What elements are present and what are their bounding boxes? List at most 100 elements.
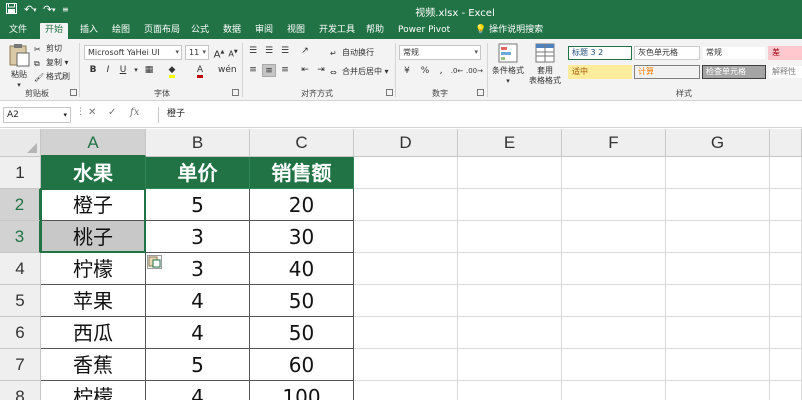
table-header-cell[interactable]: 水果 <box>41 157 146 189</box>
decrease-decimal-icon[interactable]: .00→ <box>466 65 483 78</box>
grid-cell[interactable] <box>666 157 770 189</box>
borders-icon[interactable]: ▦ <box>142 64 156 77</box>
table-cell[interactable]: 4 <box>146 285 250 317</box>
cell-style-5[interactable]: 计算 <box>634 65 700 79</box>
grid-cell[interactable] <box>666 285 770 317</box>
grid-cell[interactable] <box>666 221 770 253</box>
align-left-icon[interactable]: ≡ <box>246 64 260 77</box>
tab-10[interactable]: 帮助 <box>361 23 389 39</box>
tab-8[interactable]: 视图 <box>282 23 310 39</box>
grid-cell[interactable] <box>354 285 458 317</box>
grid-cell[interactable] <box>562 381 666 400</box>
phonetic-icon[interactable]: wén <box>218 64 237 77</box>
grid-cell[interactable] <box>562 317 666 349</box>
grid-cell[interactable] <box>562 285 666 317</box>
cell-style-4[interactable]: 适中 <box>568 65 632 79</box>
paste-options-icon[interactable] <box>147 255 162 269</box>
grid-cell[interactable] <box>562 221 666 253</box>
table-cell[interactable]: 苹果 <box>41 285 146 317</box>
grid-cell[interactable] <box>666 381 770 400</box>
tab-9[interactable]: 开发工具 <box>314 23 360 39</box>
grid-cell[interactable] <box>770 189 802 221</box>
grid-cell[interactable] <box>354 253 458 285</box>
undo-icon[interactable]: ↶ <box>24 3 33 17</box>
italic-icon[interactable]: I <box>101 64 115 77</box>
increase-indent-icon[interactable]: ⇥ <box>314 64 328 77</box>
insert-function-icon[interactable]: fx <box>130 107 139 118</box>
bold-icon[interactable]: B <box>86 64 100 77</box>
column-header-e[interactable]: E <box>458 129 562 157</box>
align-top-icon[interactable]: ☰ <box>246 45 260 58</box>
row-header-5[interactable]: 5 <box>0 285 41 317</box>
table-cell[interactable]: 60 <box>250 349 354 381</box>
row-header-4[interactable]: 4 <box>0 253 41 285</box>
grid-cell[interactable] <box>354 189 458 221</box>
table-cell[interactable]: 橙子 <box>41 189 146 221</box>
grid-cell[interactable] <box>770 317 802 349</box>
grid-cell[interactable] <box>458 317 562 349</box>
grid-cell[interactable] <box>666 349 770 381</box>
grid-cell[interactable] <box>666 253 770 285</box>
accounting-format-icon[interactable]: ¥ <box>400 65 414 78</box>
tab-4[interactable]: 页面布局 <box>139 23 185 39</box>
percent-icon[interactable]: % <box>418 65 432 78</box>
number-launcher-icon[interactable] <box>477 89 484 96</box>
formula-input[interactable]: 橙子 <box>158 107 798 123</box>
row-header-2[interactable]: 2 <box>0 189 41 221</box>
table-cell[interactable]: 4 <box>146 381 250 400</box>
table-cell[interactable]: 100 <box>250 381 354 400</box>
grid-cell[interactable] <box>354 349 458 381</box>
grid-cell[interactable] <box>770 221 802 253</box>
align-bottom-icon[interactable]: ☰ <box>278 45 292 58</box>
clipboard-launcher-icon[interactable] <box>70 89 77 96</box>
redo-icon[interactable]: ↷ <box>43 3 52 17</box>
column-header-h[interactable] <box>770 129 802 157</box>
column-header-b[interactable]: B <box>146 129 250 157</box>
format-painter-button[interactable]: 🖌 格式刷 <box>34 71 70 82</box>
tab-11[interactable]: Power Pivot <box>393 23 455 39</box>
increase-font-icon[interactable]: A▲ <box>212 46 226 60</box>
table-cell[interactable]: 4 <box>146 317 250 349</box>
row-header-6[interactable]: 6 <box>0 317 41 349</box>
align-middle-icon[interactable]: ☰ <box>262 45 276 58</box>
copy-button[interactable]: ⧉ 复制 ▾ <box>34 57 69 68</box>
name-box[interactable]: A2 ▾ <box>3 107 71 123</box>
cell-style-0[interactable]: 标题 3 2 <box>568 46 632 60</box>
column-header-f[interactable]: F <box>562 129 666 157</box>
alignment-launcher-icon[interactable] <box>386 89 393 96</box>
grid-cell[interactable] <box>562 253 666 285</box>
cell-style-7[interactable]: 解释性 <box>768 65 802 79</box>
grid-cell[interactable] <box>458 381 562 400</box>
table-cell[interactable]: 5 <box>146 349 250 381</box>
row-header-1[interactable]: 1 <box>0 157 41 189</box>
wrap-text-button[interactable]: ↵ 自动换行 <box>330 47 374 58</box>
tab-12[interactable]: 💡 操作说明搜索 <box>470 23 548 39</box>
column-header-a[interactable]: A <box>41 129 146 157</box>
grid-cell[interactable] <box>666 317 770 349</box>
font-size-combo[interactable]: 11 ▾ <box>185 45 209 60</box>
table-cell[interactable]: 西瓜 <box>41 317 146 349</box>
tab-0[interactable]: 文件 <box>4 23 32 39</box>
paste-button[interactable]: 粘贴 ▾ <box>5 43 33 90</box>
underline-icon[interactable]: U <box>116 64 130 77</box>
column-header-c[interactable]: C <box>250 129 354 157</box>
table-cell[interactable]: 桃子 <box>41 221 146 253</box>
merge-center-button[interactable]: ⇔ 合并后居中 ▾ <box>330 66 389 77</box>
table-header-cell[interactable]: 销售额 <box>250 157 354 189</box>
font-launcher-icon[interactable] <box>232 89 239 96</box>
row-header-8[interactable]: 8 <box>0 381 41 400</box>
tab-1[interactable]: 开始 <box>40 23 69 39</box>
customize-qat-icon[interactable]: ≡ <box>62 3 69 17</box>
increase-decimal-icon[interactable]: .0← <box>450 65 464 78</box>
align-center-icon[interactable]: ≡ <box>262 64 276 77</box>
select-all-button[interactable] <box>0 129 41 157</box>
table-cell[interactable]: 柠檬 <box>41 381 146 400</box>
grid-cell[interactable] <box>770 157 802 189</box>
tab-7[interactable]: 审阅 <box>250 23 278 39</box>
table-cell[interactable]: 50 <box>250 285 354 317</box>
grid-cell[interactable] <box>562 349 666 381</box>
grid-cell[interactable] <box>458 253 562 285</box>
table-cell[interactable]: 20 <box>250 189 354 221</box>
save-icon[interactable] <box>6 3 17 18</box>
redo-dropdown-icon[interactable]: ▾ <box>52 3 56 17</box>
